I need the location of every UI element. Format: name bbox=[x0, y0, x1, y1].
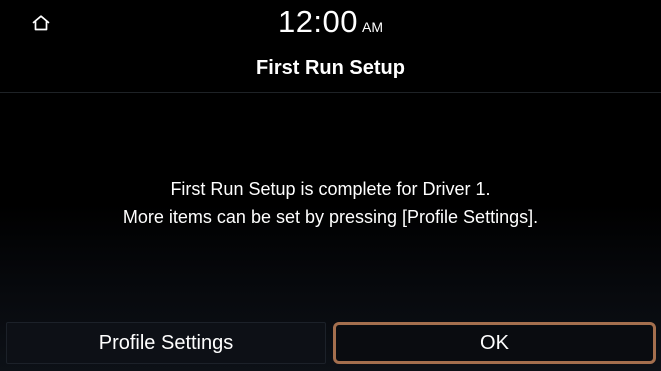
clock-time: 12:00 bbox=[277, 4, 359, 39]
ok-button[interactable]: OK bbox=[333, 322, 656, 364]
page-title: First Run Setup bbox=[256, 57, 405, 79]
status-bar: 12:00 AM bbox=[0, 0, 661, 46]
message-line-1: First Run Setup is complete for Driver 1… bbox=[170, 179, 491, 199]
clock-ampm: AM bbox=[362, 19, 384, 35]
profile-settings-button[interactable]: Profile Settings bbox=[6, 322, 326, 364]
title-divider bbox=[0, 92, 661, 93]
completion-message: First Run Setup is complete for Driver 1… bbox=[0, 175, 661, 231]
clock: 12:00 AM bbox=[0, 4, 661, 40]
screen: 12:00 AM First Run Setup First Run Setup … bbox=[0, 0, 661, 371]
message-line-2: More items can be set by pressing [Profi… bbox=[122, 207, 539, 227]
